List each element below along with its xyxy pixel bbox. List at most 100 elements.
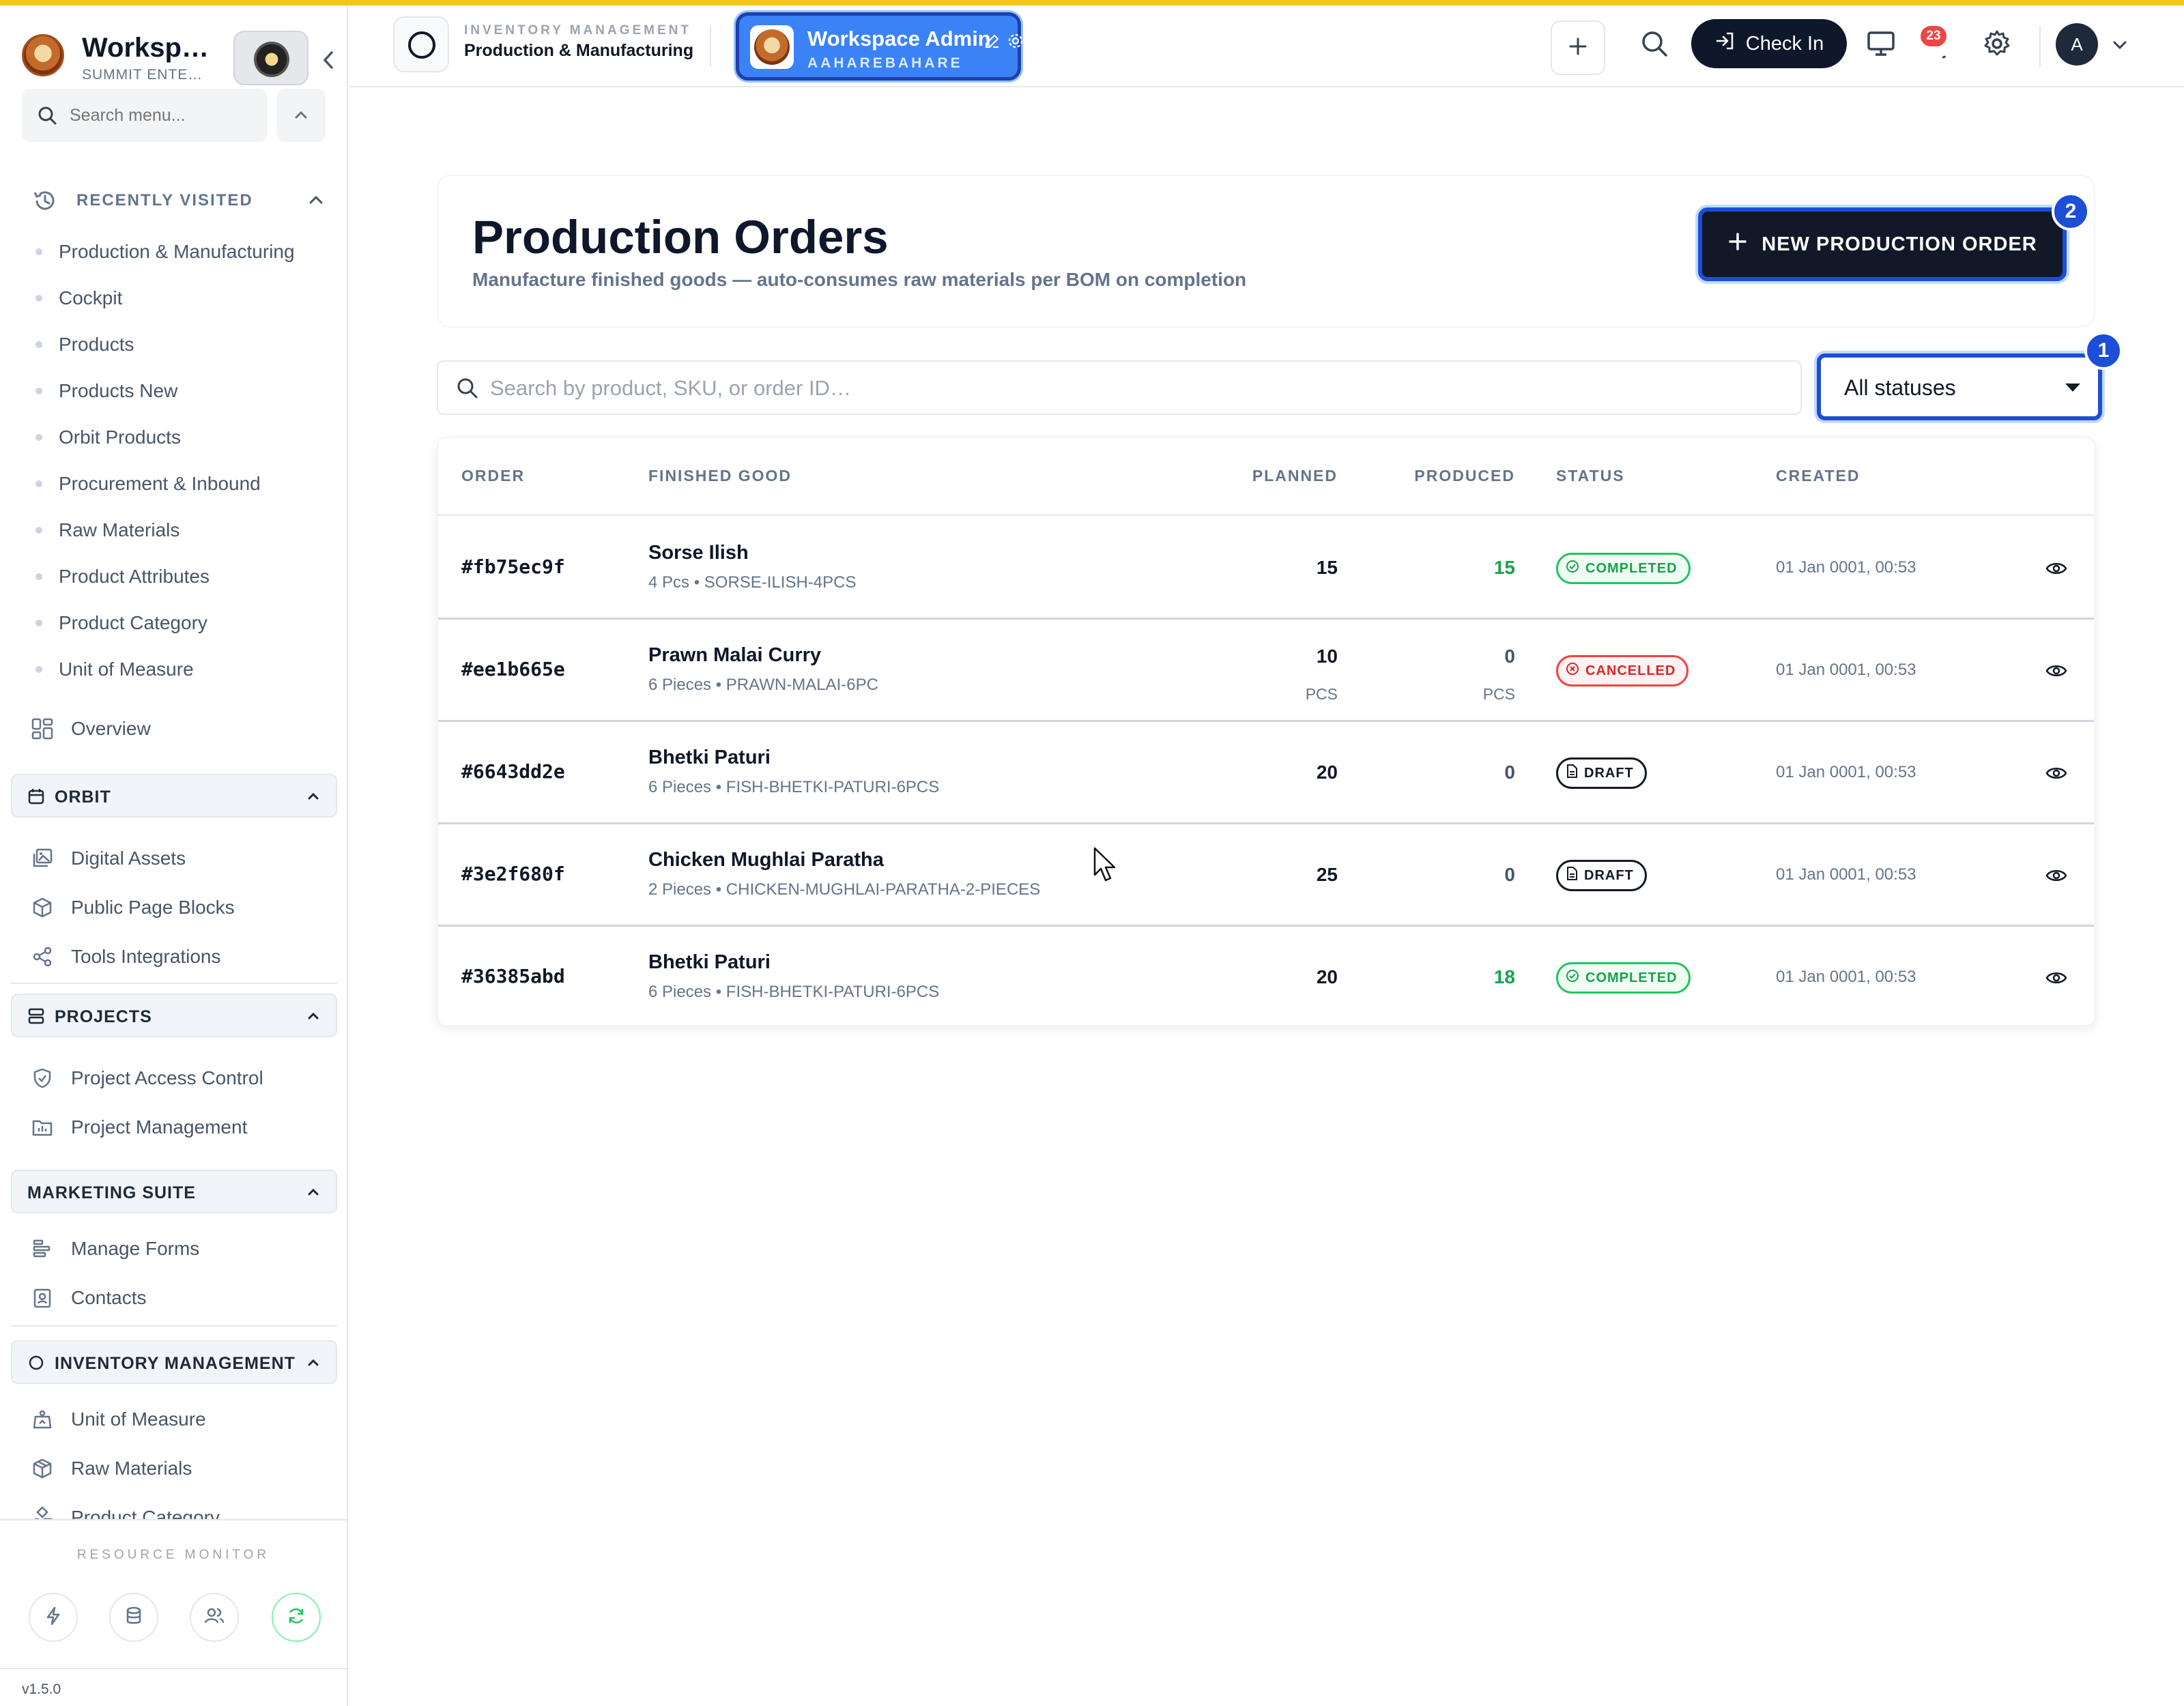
box-icon: [29, 894, 56, 921]
section-orbit[interactable]: ORBIT: [11, 774, 337, 818]
section-inventory-management[interactable]: INVENTORY MANAGEMENT: [11, 1340, 337, 1384]
product-name: Prawn Malai Curry: [648, 644, 822, 666]
view-eye-icon[interactable]: [2045, 864, 2068, 891]
recently-visited-header[interactable]: RECENTLY VISITED: [31, 184, 325, 218]
order-id: #ee1b665e: [461, 658, 565, 680]
sidebar-item-manage-forms[interactable]: Manage Forms: [29, 1228, 329, 1269]
sidebar-item-digital-assets[interactable]: Digital Assets: [29, 838, 329, 879]
recent-item-cockpit[interactable]: Cockpit: [35, 275, 336, 321]
sidebar-item-raw-materials[interactable]: Raw Materials: [29, 1448, 329, 1489]
table-row[interactable]: #ee1b665e Prawn Malai Curry 6 Pieces • P…: [438, 620, 2094, 722]
column-status[interactable]: STATUS: [1556, 467, 1625, 485]
view-eye-icon[interactable]: [2045, 966, 2068, 993]
users-monitor-button[interactable]: [190, 1593, 239, 1642]
status-filter-select[interactable]: All statuses: [1817, 353, 2102, 420]
folder-chart-icon: [29, 1114, 56, 1141]
section-orbit-label: ORBIT: [55, 787, 111, 807]
planned-qty: 15: [1316, 557, 1338, 578]
recent-item-orbit-products[interactable]: Orbit Products: [35, 414, 336, 461]
log-in-icon: [1714, 30, 1736, 57]
user-avatar[interactable]: A: [2056, 23, 2098, 66]
settings-gear-icon[interactable]: [1982, 29, 2012, 62]
app-switcher-button[interactable]: [393, 16, 449, 72]
quick-add-button[interactable]: [1551, 20, 1605, 75]
sidebar-item-unit-of-measure[interactable]: Unit of Measure: [29, 1399, 329, 1440]
sidebar-item-overview[interactable]: Overview: [29, 708, 329, 749]
new-production-order-button[interactable]: NEW PRODUCTION ORDER: [1698, 207, 2067, 281]
top-accent-strip: [0, 0, 2184, 5]
refresh-icon: [286, 1606, 306, 1630]
column-planned[interactable]: PLANNED: [1252, 467, 1338, 485]
sidebar-item-tools-integrations[interactable]: Tools Integrations: [29, 936, 329, 977]
check-in-button[interactable]: Check In: [1691, 19, 1847, 68]
monitor-icon[interactable]: [1866, 29, 1896, 62]
recent-item-procurement-inbound[interactable]: Procurement & Inbound: [35, 461, 336, 507]
recent-item-raw-materials[interactable]: Raw Materials: [35, 507, 336, 553]
recently-visited-label: RECENTLY VISITED: [76, 191, 253, 209]
column-created[interactable]: CREATED: [1776, 467, 1860, 485]
global-search-icon[interactable]: [1639, 29, 1669, 62]
chevron-up-icon: [293, 106, 309, 126]
sidebar-item-public-page-blocks[interactable]: Public Page Blocks: [29, 887, 329, 928]
column-order[interactable]: ORDER: [461, 467, 525, 485]
recent-item-unit-of-measure[interactable]: Unit of Measure: [35, 646, 336, 693]
sync-monitor-button[interactable]: [272, 1593, 321, 1642]
table-row[interactable]: #fb75ec9f Sorse Ilish 4 Pcs • SORSE-ILIS…: [438, 517, 2094, 620]
chevron-up-icon: [306, 789, 321, 807]
page-title: Production Orders: [472, 211, 889, 263]
brand[interactable]: Worksp… SUMMIT ENTE…: [20, 20, 347, 85]
product-meta: 2 Pieces • CHICKEN-MUGHLAI-PARATHA-2-PIE…: [648, 880, 1041, 899]
workspace-logo: [750, 25, 794, 69]
chevron-down-icon[interactable]: [2110, 35, 2129, 58]
table-row[interactable]: #3e2f680f Chicken Mughlai Paratha 2 Piec…: [438, 824, 2094, 927]
status-badge: CANCELLED: [1556, 655, 1689, 686]
status-badge: COMPLETED: [1556, 553, 1691, 584]
storage-monitor-button[interactable]: [109, 1593, 158, 1642]
recent-item-product-category[interactable]: Product Category: [35, 600, 336, 646]
menu-collapse-toggle[interactable]: [276, 89, 326, 142]
shield-check-icon: [29, 1065, 56, 1092]
calendar-icon: [27, 787, 45, 809]
circle-icon: [408, 31, 435, 59]
view-eye-icon[interactable]: [2045, 762, 2068, 788]
chevron-up-icon: [306, 1355, 321, 1374]
column-finished-good[interactable]: FINISHED GOOD: [648, 467, 792, 485]
divider: [710, 25, 711, 67]
gear-icon[interactable]: [1007, 32, 1024, 53]
recent-item-products-new[interactable]: Products New: [35, 368, 336, 414]
order-search-input[interactable]: [489, 371, 1785, 405]
menu-search-input[interactable]: [68, 101, 259, 130]
sidebar-item-project-management[interactable]: Project Management: [29, 1107, 329, 1148]
chevron-down-icon[interactable]: [1030, 32, 1045, 53]
column-produced[interactable]: PRODUCED: [1414, 467, 1515, 485]
recently-visited-list: Production & Manufacturing Cockpit Produ…: [35, 229, 336, 693]
workspace-code: AAHAREBAHARE: [807, 55, 963, 71]
edit-icon[interactable]: [983, 32, 1001, 53]
planned-qty: 10: [1316, 646, 1338, 667]
section-marketing-suite[interactable]: MARKETING SUITE: [11, 1170, 337, 1213]
check-circle-icon: [1565, 968, 1580, 987]
order-id: #3e2f680f: [461, 863, 565, 885]
status-badge: COMPLETED: [1556, 962, 1691, 994]
view-eye-icon[interactable]: [2045, 659, 2068, 686]
lightning-icon: [43, 1606, 63, 1630]
order-search[interactable]: [437, 360, 1802, 415]
app-version: v1.5.0: [0, 1668, 347, 1706]
collapse-sidebar-icon[interactable]: [321, 48, 336, 76]
menu-search[interactable]: [22, 89, 268, 142]
recent-item-product-attributes[interactable]: Product Attributes: [35, 553, 336, 600]
sidebar-item-project-access-control[interactable]: Project Access Control: [29, 1058, 329, 1099]
table-row[interactable]: #6643dd2e Bhetki Paturi 6 Pieces • FISH-…: [438, 722, 2094, 824]
notification-count-badge: 23: [1921, 26, 1946, 46]
workspace-switcher[interactable]: Workspace Admin AAHAREBAHARE: [736, 12, 1043, 81]
cpu-monitor-button[interactable]: [29, 1593, 78, 1642]
recent-item-production-manufacturing[interactable]: Production & Manufacturing: [35, 229, 336, 275]
created-date: 01 Jan 0001, 00:53: [1776, 763, 1916, 781]
sidebar-item-contacts[interactable]: Contacts: [29, 1277, 329, 1318]
recent-item-products[interactable]: Products: [35, 321, 336, 368]
table-row[interactable]: #36385abd Bhetki Paturi 6 Pieces • FISH-…: [438, 927, 2094, 1025]
header-page-label: Production & Manufacturing: [464, 41, 694, 60]
view-eye-icon[interactable]: [2045, 557, 2068, 583]
workspace-avatar[interactable]: [233, 31, 308, 85]
section-projects[interactable]: PROJECTS: [11, 994, 337, 1037]
